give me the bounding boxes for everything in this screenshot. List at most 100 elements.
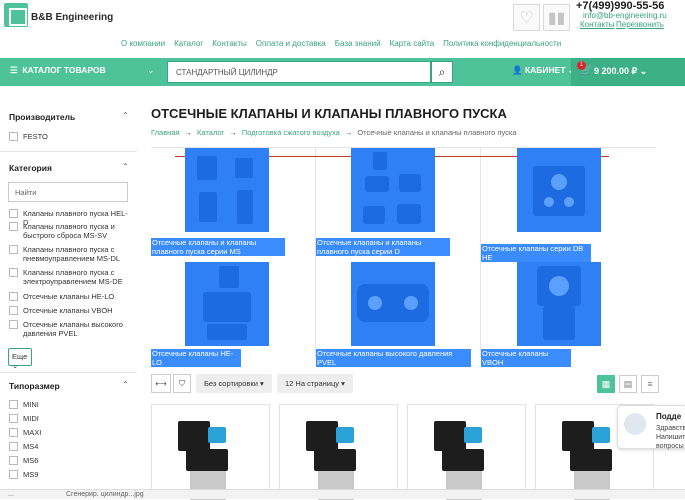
valve-illustration-icon xyxy=(357,284,429,322)
nav-item-knowledge[interactable]: База знаний xyxy=(335,39,381,48)
arrow-right-icon: → xyxy=(229,128,237,137)
brand-name[interactable]: B&B Engineering xyxy=(31,12,113,23)
chat-title: Подде xyxy=(656,412,682,421)
expand-arrows-icon[interactable]: ⟷ xyxy=(151,374,171,393)
nav-item-privacy[interactable]: Политика конфиденциальности xyxy=(443,39,561,48)
product-image xyxy=(570,449,612,471)
nav-item-payment[interactable]: Оплата и доставка xyxy=(256,39,326,48)
filter-manufacturer-title[interactable]: Производитель xyxy=(9,112,75,122)
filter-option-label: MINI xyxy=(23,400,39,409)
product-image xyxy=(208,427,226,443)
arrow-right-icon: → xyxy=(184,128,193,137)
chevron-down-icon: ⌄ xyxy=(639,66,648,76)
brand-logo-icon[interactable] xyxy=(4,3,28,27)
tile-view-icon[interactable]: ▤ xyxy=(619,375,637,393)
catalog-menu-label: КАТАЛОГ ТОВАРОВ xyxy=(22,65,106,75)
subcategory-link[interactable]: Отсечные клапаны высокого давления PVEL xyxy=(316,349,471,367)
cart-total-value: 9 200.00 ₽ xyxy=(594,66,638,76)
category-search-input[interactable]: Найти xyxy=(8,182,128,202)
callback-link[interactable]: Перезвонить xyxy=(616,20,664,29)
subcategory-link[interactable]: Отсечные клапаны и клапаны плавного пуск… xyxy=(316,238,450,256)
checkbox-category[interactable] xyxy=(9,320,18,329)
filter-option-label: MIDI xyxy=(23,414,39,423)
chevron-up-icon[interactable]: ⌃ xyxy=(122,380,129,389)
compare-bars-icon[interactable]: ▮▮ xyxy=(543,4,570,31)
filter-option-label: MS6 xyxy=(23,456,39,465)
checkbox-size[interactable] xyxy=(9,428,18,437)
checkbox-size[interactable] xyxy=(9,470,18,479)
checkbox-category[interactable] xyxy=(9,306,18,315)
breadcrumb-air-prep[interactable]: Подготовка сжатого воздуха xyxy=(242,128,340,137)
favorites-heart-icon[interactable]: ♡ xyxy=(513,4,540,31)
subcategory-link[interactable]: Отсечные клапаны VBOH xyxy=(481,349,571,367)
subcategory-image[interactable] xyxy=(185,262,269,346)
breadcrumb-catalog[interactable]: Каталог xyxy=(197,128,224,137)
product-card[interactable] xyxy=(279,404,398,500)
grid-view-icon[interactable]: ▦ xyxy=(597,375,615,393)
show-more-label: Еще xyxy=(12,352,28,361)
filter-funnel-icon[interactable]: ⛉ xyxy=(173,374,191,393)
checkbox-category[interactable] xyxy=(9,222,18,231)
checkbox-festo[interactable] xyxy=(9,132,18,141)
divider xyxy=(0,372,137,373)
contacts-link[interactable]: Контакты xyxy=(580,20,615,29)
checkbox-size[interactable] xyxy=(9,400,18,409)
product-image xyxy=(186,449,228,471)
subcategory-link[interactable]: Отсечные клапаны и клапаны плавного пуск… xyxy=(151,238,285,256)
filter-option-label: MAXI xyxy=(23,428,42,437)
catalog-menu-button[interactable]: ☰ КАТАЛОГ ТОВАРОВ xyxy=(10,65,106,76)
chat-text: вопросы xyxy=(656,443,684,450)
product-card[interactable] xyxy=(151,404,270,500)
subcategory-image[interactable] xyxy=(517,148,601,232)
subcategory-link[interactable]: Отсечные клапаны HE-LO xyxy=(151,349,241,367)
chat-text: Напишит xyxy=(656,434,685,441)
filter-category-title[interactable]: Категория xyxy=(9,163,52,173)
filter-size-title[interactable]: Типоразмер xyxy=(9,381,60,391)
nav-item-sitemap[interactable]: Карта сайта xyxy=(390,39,435,48)
search-icon[interactable]: ⌕ xyxy=(431,61,453,83)
arrow-right-icon: → xyxy=(344,128,353,137)
download-item[interactable]: ... xyxy=(8,491,14,498)
subcategory-image[interactable] xyxy=(351,148,435,232)
chevron-up-icon[interactable]: ⌃ xyxy=(122,162,129,171)
nav-item-contacts[interactable]: Контакты xyxy=(212,39,247,48)
product-image xyxy=(464,427,482,443)
search-input[interactable]: СТАНДАРТНЫЙ ЦИЛИНДР xyxy=(167,61,431,83)
list-view-icon[interactable]: ≡ xyxy=(641,375,659,393)
sort-dropdown[interactable]: Без сортировки ▾ xyxy=(196,374,272,393)
subcategory-image[interactable] xyxy=(185,148,269,232)
checkbox-size[interactable] xyxy=(9,442,18,451)
checkbox-category[interactable] xyxy=(9,245,18,254)
product-card[interactable] xyxy=(407,404,526,500)
per-page-dropdown[interactable]: 12 На страницу ▾ xyxy=(277,374,353,393)
breadcrumb-home[interactable]: Главная xyxy=(151,128,180,137)
checkbox-size[interactable] xyxy=(9,456,18,465)
filter-option-label: Отсечные клапаны HE-LO xyxy=(23,292,115,301)
top-navigation: О компании Каталог Контакты Оплата и дос… xyxy=(121,39,561,48)
nav-item-catalog[interactable]: Каталог xyxy=(174,39,203,48)
checkbox-category[interactable] xyxy=(9,209,18,218)
filter-option-label: MS9 xyxy=(23,470,39,479)
valve-illustration-icon xyxy=(197,156,253,224)
hamburger-icon: ☰ xyxy=(10,65,18,75)
cart-total[interactable]: 9 200.00 ₽ ⌄ xyxy=(594,66,647,77)
chevron-up-icon[interactable]: ⌃ xyxy=(122,111,129,120)
checkbox-category[interactable] xyxy=(9,292,18,301)
show-more-button[interactable]: Еще ⌄ xyxy=(8,348,32,370)
chevron-down-icon[interactable]: ⌄ xyxy=(147,65,155,76)
cabinet-button[interactable]: 👤 КАБИНЕТ ⌄ xyxy=(512,65,575,76)
checkbox-category[interactable] xyxy=(9,268,18,277)
valve-illustration-icon xyxy=(533,166,585,216)
checkbox-size[interactable] xyxy=(9,414,18,423)
download-item[interactable]: Сгенерир. цилиндр...jpg xyxy=(66,491,144,498)
subcategory-link[interactable]: Отсечные клапаны серии DB HE xyxy=(481,244,591,262)
email-link[interactable]: info@bb-engineering.ru xyxy=(583,11,667,20)
divider xyxy=(0,151,137,152)
subcategory-image[interactable] xyxy=(517,262,601,346)
caret-down-icon: ▾ xyxy=(341,379,345,388)
subcategory-image[interactable] xyxy=(351,262,435,346)
nav-item-about[interactable]: О компании xyxy=(121,39,165,48)
product-image xyxy=(306,421,338,451)
filter-option-label: Клапаны плавного пуска и быстрого сброса… xyxy=(23,222,115,240)
filter-option-label: Клапаны плавного пуска с электроуправлен… xyxy=(23,268,123,286)
